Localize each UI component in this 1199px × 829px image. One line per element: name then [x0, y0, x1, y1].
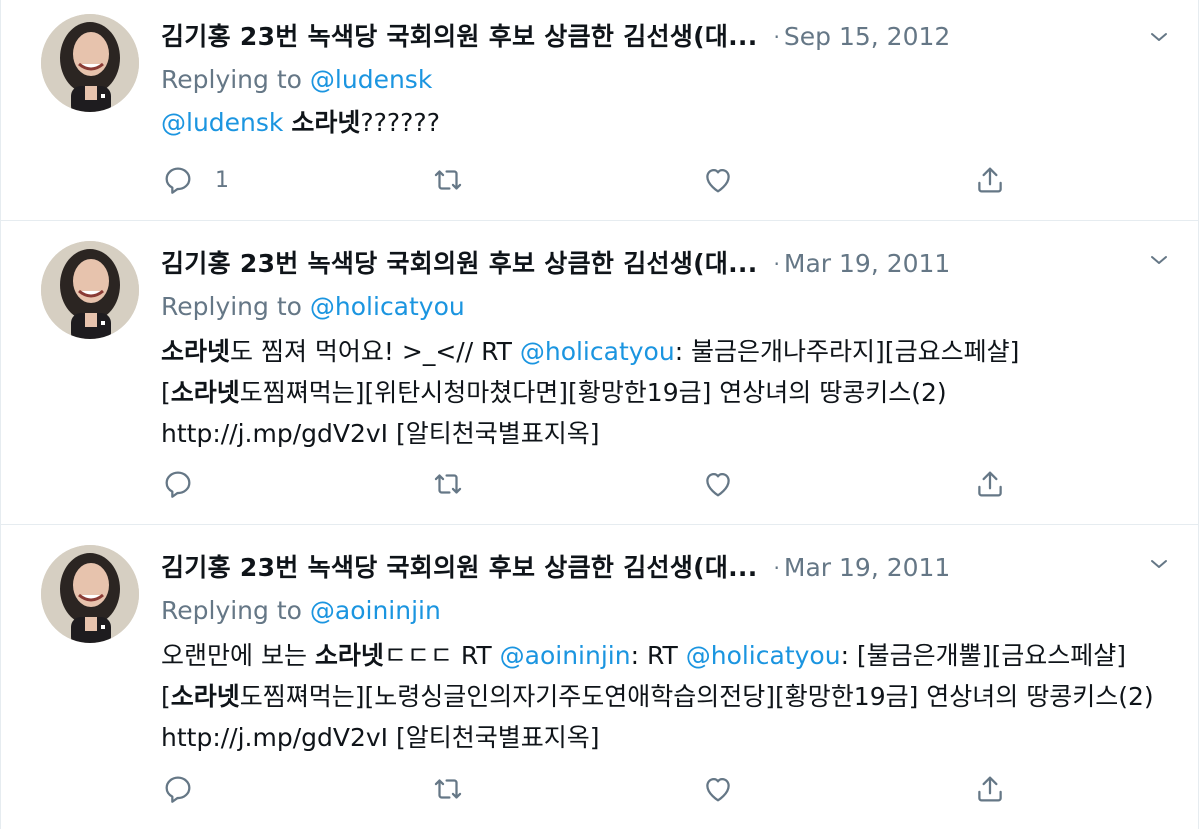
like-button[interactable] — [701, 162, 735, 198]
timeline: 김기홍 23번 녹색당 국회의원 후보 상큼한 김선생(대... · Sep 15,… — [0, 0, 1199, 829]
highlighted-keyword: 소라넷 — [161, 337, 231, 366]
tweet-text-segment: ㄷㄷㄷ RT — [383, 641, 500, 670]
like-icon — [706, 168, 730, 193]
chevron-down-icon — [1151, 33, 1167, 41]
avatar[interactable] — [41, 241, 139, 339]
highlighted-keyword: 소라넷 — [291, 108, 361, 137]
reply-count: 1 — [215, 167, 229, 193]
separator-dot: · — [773, 252, 780, 276]
tweet-text: 소라넷도 찜져 먹어요! >_<// RT @holicatyou: 불금은개나… — [161, 331, 1181, 454]
share-button[interactable] — [973, 162, 1007, 198]
tweet-actions: 1 — [161, 162, 1061, 198]
like-icon — [706, 472, 730, 497]
like-icon — [706, 777, 730, 802]
mention-link[interactable]: @holicatyou — [686, 641, 841, 670]
tweet-header: 김기홍 23번 녹색당 국회의원 후보 상큼한 김선생(대... · Mar 19,… — [161, 244, 1161, 284]
chevron-down-icon — [1151, 560, 1167, 568]
tweet-text-segment: 도찜쪄먹는][노령싱글인의자기주도연애학습의전당][황망한19금] 연상녀의 땅… — [161, 682, 1154, 752]
tweet-text-segment: 도 찜져 먹어요! >_<// RT — [230, 337, 520, 366]
reply-button[interactable] — [161, 466, 215, 502]
mention-link[interactable]: @holicatyou — [520, 337, 675, 366]
share-button[interactable] — [973, 466, 1007, 502]
tweet-date[interactable]: Mar 19, 2011 — [784, 553, 950, 582]
retweet-button[interactable] — [431, 466, 465, 502]
reply-icon — [165, 167, 191, 194]
like-button[interactable] — [701, 466, 735, 502]
highlighted-keyword: 소라넷 — [314, 641, 384, 670]
like-button[interactable] — [701, 771, 735, 807]
tweet-text: 오랜만에 보는 소라넷ㄷㄷㄷ RT @aoininjin: RT @holica… — [161, 635, 1181, 758]
reply-icon — [165, 471, 191, 498]
tweet-header: 김기홍 23번 녹색당 국회의원 후보 상큼한 김선생(대... · Mar 19,… — [161, 548, 1161, 588]
retweet-button[interactable] — [431, 771, 465, 807]
tweet-text-segment: 오랜만에 보는 — [161, 641, 315, 670]
avatar[interactable] — [41, 14, 139, 112]
replying-to-label: Replying to — [161, 596, 302, 625]
share-icon — [978, 776, 1002, 802]
retweet-button[interactable] — [431, 162, 465, 198]
retweet-icon — [434, 474, 462, 494]
tweet-text-segment: ?????? — [360, 108, 440, 137]
replying-to: Replying to @aoininjin — [161, 591, 441, 631]
tweet-date[interactable]: Mar 19, 2011 — [784, 249, 950, 278]
tweet-actions — [161, 771, 1061, 807]
tweet[interactable]: 김기홍 23번 녹색당 국회의원 후보 상큼한 김선생(대... · Mar 19,… — [1, 221, 1198, 525]
retweet-icon — [434, 170, 462, 190]
replying-to-handle[interactable]: @aoininjin — [310, 596, 441, 625]
mention-link[interactable]: @aoininjin — [500, 641, 631, 670]
avatar[interactable] — [41, 545, 139, 643]
retweet-icon — [434, 779, 462, 799]
separator-dot: · — [773, 25, 780, 49]
tweet-text-segment: : RT — [630, 641, 686, 670]
separator-dot: · — [773, 556, 780, 580]
chevron-down-icon — [1151, 256, 1167, 264]
reply-button[interactable]: 1 — [161, 162, 229, 198]
tweet-text: @ludensk 소라넷?????? — [161, 102, 1181, 143]
more-options-button[interactable] — [1142, 547, 1176, 581]
tweet-header: 김기홍 23번 녹색당 국회의원 후보 상큼한 김선생(대... · Sep 15,… — [161, 17, 1161, 57]
replying-to: Replying to @holicatyou — [161, 287, 465, 327]
highlighted-keyword: 소라넷 — [170, 682, 240, 711]
share-icon — [978, 471, 1002, 497]
author-name[interactable]: 김기홍 23번 녹색당 국회의원 후보 상큼한 김선생(대... — [161, 548, 758, 588]
replying-to-handle[interactable]: @ludensk — [310, 65, 432, 94]
replying-to: Replying to @ludensk — [161, 60, 432, 100]
share-icon — [978, 167, 1002, 193]
tweet[interactable]: 김기홍 23번 녹색당 국회의원 후보 상큼한 김선생(대... · Sep 15,… — [1, 0, 1198, 221]
author-name[interactable]: 김기홍 23번 녹색당 국회의원 후보 상큼한 김선생(대... — [161, 244, 758, 284]
share-button[interactable] — [973, 771, 1007, 807]
replying-to-handle[interactable]: @holicatyou — [310, 292, 465, 321]
author-name[interactable]: 김기홍 23번 녹색당 국회의원 후보 상큼한 김선생(대... — [161, 17, 758, 57]
replying-to-label: Replying to — [161, 292, 302, 321]
tweet-date[interactable]: Sep 15, 2012 — [784, 22, 950, 51]
reply-icon — [165, 776, 191, 803]
replying-to-label: Replying to — [161, 65, 302, 94]
mention-link[interactable]: @ludensk — [161, 108, 283, 137]
tweet-text-segment: 도찜쪄먹는][위탄시청마쳤다면][황망한19금] 연상녀의 땅콩키스(2) ht… — [161, 378, 947, 448]
tweet-actions — [161, 466, 1061, 502]
more-options-button[interactable] — [1142, 20, 1176, 54]
more-options-button[interactable] — [1142, 243, 1176, 277]
tweet[interactable]: 김기홍 23번 녹색당 국회의원 후보 상큼한 김선생(대... · Mar 19,… — [1, 525, 1198, 829]
highlighted-keyword: 소라넷 — [170, 378, 240, 407]
reply-button[interactable] — [161, 771, 215, 807]
